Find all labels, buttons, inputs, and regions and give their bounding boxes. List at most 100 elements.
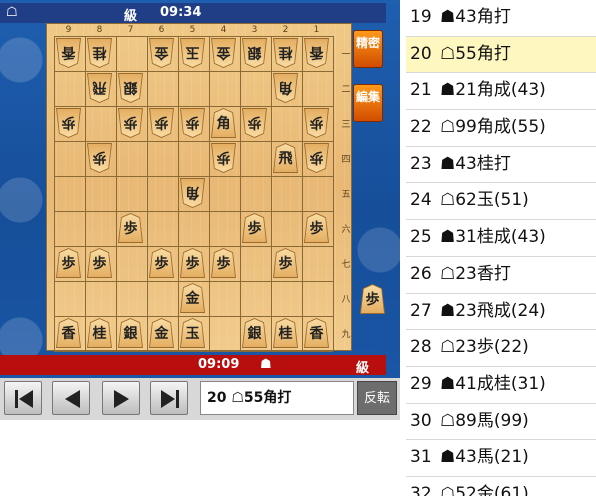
grid-line [54, 246, 333, 247]
move-row[interactable]: 24 ☖62玉(51) [406, 183, 596, 221]
sente-piece[interactable]: 歩 [211, 248, 236, 278]
grid-line [54, 176, 333, 177]
sente-mark: ☗ [260, 357, 272, 372]
file-label: 6 [158, 25, 165, 35]
move-text: ☗41成桂(31) [440, 373, 546, 394]
sente-piece[interactable]: 歩 [242, 213, 267, 243]
sente-piece[interactable]: 桂 [87, 318, 112, 348]
move-number: 23 [410, 153, 432, 174]
move-number: 19 [410, 7, 432, 27]
prev-move-button[interactable] [52, 381, 90, 415]
grid-line [54, 106, 333, 107]
sente-piece[interactable]: 歩 [87, 248, 112, 278]
move-number: 25 [410, 227, 432, 248]
gote-piece[interactable]: 香 [304, 38, 329, 68]
grid-line [54, 211, 333, 212]
sente-piece[interactable]: 角 [211, 108, 236, 138]
sente-piece[interactable]: 飛 [273, 143, 298, 173]
sente-piece[interactable]: 香 [56, 318, 81, 348]
file-label: 5 [189, 25, 196, 35]
grid-line [178, 36, 179, 351]
gote-piece[interactable]: 歩 [56, 108, 81, 138]
bottom-player-rank: 級 [356, 361, 370, 376]
gote-piece[interactable]: 銀 [242, 38, 267, 68]
gote-piece[interactable]: 歩 [87, 143, 112, 173]
bottom-player-time: 09:09 [198, 357, 240, 372]
gote-piece[interactable]: 桂 [87, 38, 112, 68]
gote-piece[interactable]: 歩 [149, 108, 174, 138]
move-text: ☖23歩(22) [440, 337, 529, 358]
move-row[interactable]: 20 ☖55角打 [406, 36, 596, 74]
prev-move-icon [65, 390, 80, 408]
move-text: ☖89馬(99) [440, 410, 529, 431]
move-number: 30 [410, 410, 432, 431]
grid-line [147, 36, 148, 351]
gote-piece[interactable]: 歩 [180, 108, 205, 138]
gote-piece[interactable]: 歩 [211, 143, 236, 173]
gote-piece[interactable]: 桂 [273, 38, 298, 68]
playback-controls: 20 ☖55角打 反転 [0, 378, 400, 420]
rank-label: 九 [341, 330, 351, 340]
move-row[interactable]: 29 ☗41成桂(31) [406, 367, 596, 404]
move-text: ☗31桂成(43) [440, 227, 546, 248]
move-number: 32 [410, 483, 432, 496]
analysis-button[interactable]: 精密 [353, 30, 383, 68]
sente-piece[interactable]: 金 [149, 318, 174, 348]
sente-piece[interactable]: 歩 [149, 248, 174, 278]
last-move-button[interactable] [150, 381, 188, 415]
sente-piece[interactable]: 歩 [304, 213, 329, 243]
sente-piece[interactable]: 玉 [180, 318, 205, 348]
file-label: 3 [251, 25, 258, 35]
grid-line [54, 351, 333, 352]
sente-piece[interactable]: 銀 [242, 318, 267, 348]
sente-piece[interactable]: 歩 [273, 248, 298, 278]
gote-piece[interactable]: 玉 [180, 38, 205, 68]
move-row[interactable]: 32 ☖52金(61) [406, 477, 596, 496]
move-row[interactable]: 22 ☖99角成(55) [406, 110, 596, 147]
sente-piece[interactable]: 歩 [118, 213, 143, 243]
first-move-button[interactable] [4, 381, 42, 415]
sente-piece[interactable]: 銀 [118, 318, 143, 348]
sente-piece[interactable]: 歩 [56, 248, 81, 278]
move-row[interactable]: 27 ☗23飛成(24) [406, 294, 596, 331]
gote-piece[interactable]: 歩 [304, 143, 329, 173]
sente-piece[interactable]: 歩 [180, 248, 205, 278]
gote-piece[interactable]: 歩 [118, 108, 143, 138]
gote-piece[interactable]: 角 [273, 73, 298, 103]
move-row[interactable]: 25 ☗31桂成(43) [406, 220, 596, 257]
gote-piece[interactable]: 銀 [118, 73, 143, 103]
move-list: 19 ☗43角打 20 ☖55角打 21 ☗21角成(43) 22 ☖99角成(55) 23 ☗4… [406, 0, 596, 496]
rank-label: 三 [341, 120, 351, 130]
move-row[interactable]: 31 ☗43馬(21) [406, 440, 596, 477]
next-move-button[interactable] [102, 381, 140, 415]
gote-piece[interactable]: 香 [56, 38, 81, 68]
flip-board-button[interactable]: 反転 [357, 381, 397, 415]
gote-piece[interactable]: 角 [180, 178, 205, 208]
top-player-time: 09:34 [160, 5, 202, 20]
move-row[interactable]: 19 ☗43角打 [406, 0, 596, 37]
gote-piece[interactable]: 歩 [304, 108, 329, 138]
gote-mark: ☖ [6, 5, 18, 20]
move-text: ☗43角打 [440, 7, 511, 27]
move-row[interactable]: 21 ☗21角成(43) [406, 73, 596, 111]
gote-piece[interactable]: 金 [149, 38, 174, 68]
move-number: 29 [410, 373, 432, 394]
sente-piece[interactable]: 金 [180, 283, 205, 313]
sente-piece[interactable]: 香 [304, 318, 329, 348]
sente-hand-piece[interactable]: 歩 [360, 284, 385, 314]
gote-piece[interactable]: 飛 [87, 73, 112, 103]
current-move-display: 20 ☖55角打 [200, 381, 354, 415]
first-move-icon [15, 390, 33, 408]
move-text: ☗43馬(21) [440, 447, 529, 468]
move-text: ☖52金(61) [440, 483, 529, 496]
move-row[interactable]: 30 ☖89馬(99) [406, 404, 596, 441]
gote-piece[interactable]: 歩 [242, 108, 267, 138]
move-number: 20 [410, 43, 432, 64]
move-row[interactable]: 26 ☖23香打 [406, 257, 596, 294]
move-row[interactable]: 28 ☖23歩(22) [406, 330, 596, 367]
sente-piece[interactable]: 桂 [273, 318, 298, 348]
top-player-bar: ☖ 級 09:34 [0, 3, 386, 24]
move-row[interactable]: 23 ☗43桂打 [406, 147, 596, 184]
gote-piece[interactable]: 金 [211, 38, 236, 68]
edit-button[interactable]: 編集 [353, 84, 383, 122]
